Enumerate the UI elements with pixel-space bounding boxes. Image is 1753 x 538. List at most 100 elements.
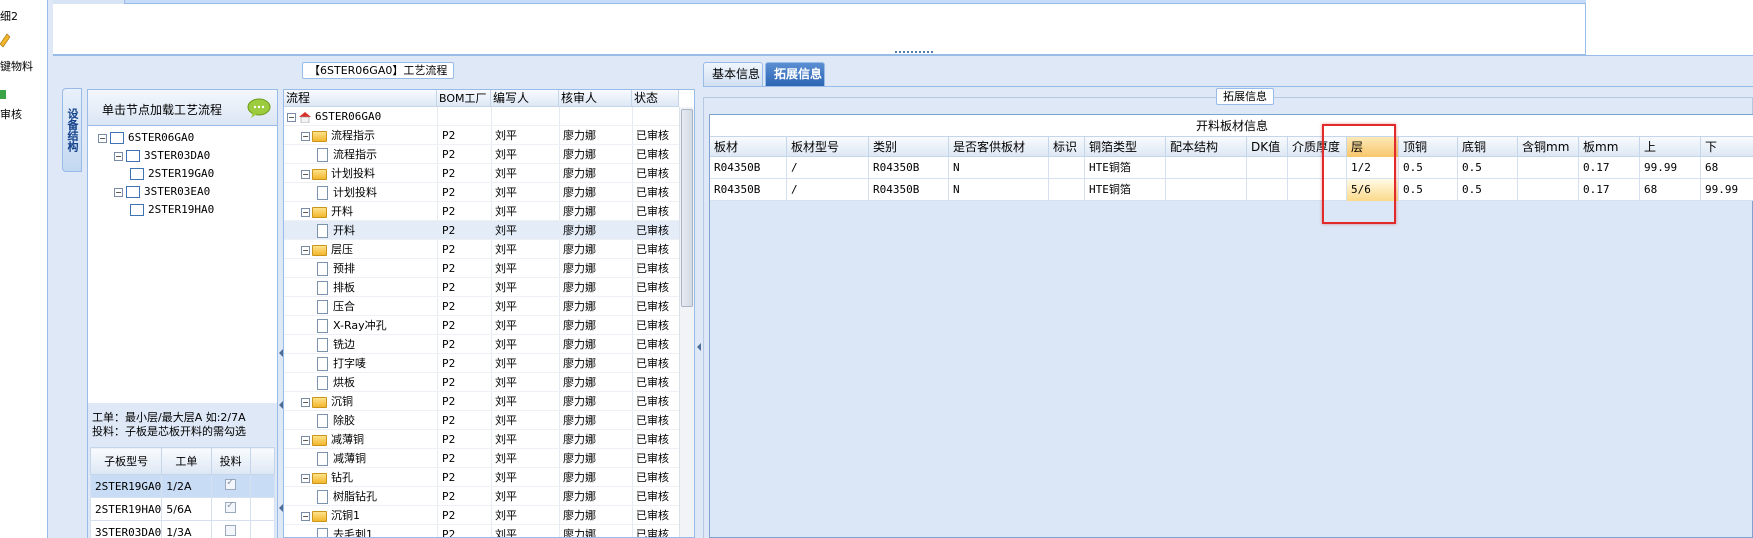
table-cell[interactable]: 0.5 [1399, 157, 1458, 179]
column-header[interactable]: DK值 [1247, 137, 1288, 157]
feed-checkbox[interactable] [225, 525, 237, 536]
column-header[interactable]: 标识 [1049, 137, 1085, 157]
table-cell[interactable]: R04350B [869, 157, 949, 179]
table-cell[interactable]: 99.99 [1701, 179, 1753, 201]
table-row[interactable]: 去毛刺1 P2 刘平 廖力娜 已审核 [284, 525, 679, 537]
table-row[interactable]: X-Ray冲孔 P2 刘平 廖力娜 已审核 [284, 316, 679, 335]
nav-item-3[interactable]: 审核 [0, 106, 22, 122]
table-cell[interactable]: 68 [1640, 179, 1701, 201]
table-cell[interactable]: / [787, 157, 869, 179]
table-row[interactable]: 3STER03DA0 1/3A [89, 520, 276, 538]
column-header[interactable]: 编写人 [491, 90, 559, 107]
table-cell[interactable]: 0.5 [1399, 179, 1458, 201]
table-row[interactable]: R04350B / R04350B N HTE铜箔 5/6 0.5 0.5 0.17 68 99.9… [710, 179, 1753, 201]
column-header[interactable]: 铜箔类型 [1085, 137, 1166, 157]
splitter-left-right[interactable] [695, 60, 703, 538]
table-row[interactable]: 2STER19GA0 1/2A [89, 474, 276, 498]
collapse-icon[interactable]: − [114, 187, 123, 197]
column-header[interactable]: 板mm [1579, 137, 1640, 157]
column-header[interactable]: 底铜 [1458, 137, 1518, 157]
table-cell[interactable] [1049, 179, 1085, 201]
table-row[interactable]: − 减薄铜 P2 刘平 廖力娜 已审核 [284, 430, 679, 449]
table-row[interactable]: 开料 P2 刘平 廖力娜 已审核 [284, 221, 679, 240]
top-grid-cell[interactable] [53, 0, 125, 4]
column-header[interactable]: 板材型号 [787, 137, 869, 157]
tab-device-structure[interactable]: 设备结构 [62, 88, 82, 172]
table-cell[interactable]: 0.17 [1579, 179, 1640, 201]
nav-item-2[interactable]: 键物料 [0, 58, 33, 74]
table-row[interactable]: − 沉铜 P2 刘平 廖力娜 已审核 [284, 392, 679, 411]
collapse-icon[interactable]: − [301, 207, 310, 217]
table-row[interactable]: − 计划投料 P2 刘平 廖力娜 已审核 [284, 164, 679, 183]
table-cell[interactable]: HTE铜箔 [1085, 157, 1166, 179]
tab-extended-info[interactable]: 拓展信息 [765, 62, 825, 86]
column-header[interactable]: 配本结构 [1166, 137, 1247, 157]
collapse-icon[interactable]: − [301, 473, 310, 483]
collapse-icon[interactable]: − [301, 245, 310, 255]
column-header[interactable]: 子板型号 [89, 447, 163, 475]
table-cell[interactable]: N [949, 157, 1049, 179]
tree-node[interactable]: − 3STER03EA0 [114, 184, 210, 200]
table-row[interactable]: 2STER19HA0 5/6A [89, 497, 276, 521]
table-cell[interactable]: R04350B [710, 157, 787, 179]
feed-checkbox[interactable] [225, 477, 237, 490]
collapse-icon[interactable]: − [301, 131, 310, 141]
column-header[interactable]: 核审人 [559, 90, 632, 107]
collapse-icon[interactable]: − [301, 511, 310, 521]
table-row[interactable]: 除胶 P2 刘平 廖力娜 已审核 [284, 411, 679, 430]
table-row[interactable]: 排板 P2 刘平 廖力娜 已审核 [284, 278, 679, 297]
collapse-icon[interactable]: − [301, 169, 310, 179]
feed-checkbox[interactable] [225, 500, 237, 513]
table-row[interactable]: 铣边 P2 刘平 廖力娜 已审核 [284, 335, 679, 354]
tab-basic-info[interactable]: 基本信息 [703, 62, 763, 86]
table-cell[interactable] [1247, 157, 1288, 179]
cell-order[interactable]: 1/2A [161, 474, 212, 498]
table-cell[interactable]: 68 [1701, 157, 1753, 179]
column-header[interactable]: 板材 [710, 137, 787, 157]
table-cell[interactable] [1049, 157, 1085, 179]
table-row[interactable]: 流程指示 P2 刘平 廖力娜 已审核 [284, 145, 679, 164]
table-row[interactable]: − 层压 P2 刘平 廖力娜 已审核 [284, 240, 679, 259]
flow-scrollbar[interactable] [679, 107, 694, 537]
tree-node[interactable]: − 6STER06GA0 [98, 130, 194, 146]
table-row[interactable]: − 流程指示 P2 刘平 廖力娜 已审核 [284, 126, 679, 145]
table-row[interactable]: − 开料 P2 刘平 廖力娜 已审核 [284, 202, 679, 221]
table-row[interactable]: − 钻孔 P2 刘平 廖力娜 已审核 [284, 468, 679, 487]
table-cell[interactable]: / [787, 179, 869, 201]
tree-node[interactable]: − 3STER03DA0 [114, 148, 210, 164]
column-header[interactable]: 投料 [210, 447, 251, 475]
column-header[interactable]: 顶铜 [1399, 137, 1458, 157]
table-cell[interactable]: 0.5 [1458, 179, 1518, 201]
table-cell[interactable]: 0.5 [1458, 157, 1518, 179]
column-header[interactable]: 含铜mm [1518, 137, 1579, 157]
top-grid-selected-row[interactable] [53, 0, 1586, 4]
tree-node[interactable]: 2STER19HA0 [130, 202, 214, 218]
collapse-arrow-icon[interactable] [697, 343, 701, 351]
cell-order[interactable]: 1/3A [161, 520, 212, 538]
table-row[interactable]: 烘板 P2 刘平 廖力娜 已审核 [284, 373, 679, 392]
table-cell[interactable] [1166, 179, 1247, 201]
collapse-icon[interactable]: − [287, 112, 296, 122]
table-cell[interactable] [1518, 179, 1579, 201]
column-header[interactable]: 上 [1640, 137, 1701, 157]
cell-order[interactable]: 5/6A [161, 497, 212, 521]
column-header[interactable]: 流程 [284, 90, 437, 107]
splitter-grip-icon[interactable] [895, 50, 935, 56]
column-header[interactable]: 是否客供板材 [949, 137, 1049, 157]
table-row[interactable]: 压合 P2 刘平 廖力娜 已审核 [284, 297, 679, 316]
table-cell[interactable] [1166, 157, 1247, 179]
table-row[interactable]: R04350B / R04350B N HTE铜箔 1/2 0.5 0.5 0.17 99.99 6… [710, 157, 1753, 179]
collapse-icon[interactable]: − [114, 151, 123, 161]
table-row[interactable]: 减薄铜 P2 刘平 廖力娜 已审核 [284, 449, 679, 468]
chat-bubble-icon[interactable] [247, 98, 271, 118]
table-cell[interactable]: 99.99 [1640, 157, 1701, 179]
table-row[interactable]: 打字唛 P2 刘平 廖力娜 已审核 [284, 354, 679, 373]
table-cell[interactable]: 0.17 [1579, 157, 1640, 179]
column-header[interactable]: 工单 [161, 447, 212, 475]
column-header[interactable]: 状态 [632, 90, 679, 107]
table-row[interactable]: 计划投料 P2 刘平 廖力娜 已审核 [284, 183, 679, 202]
table-cell[interactable]: HTE铜箔 [1085, 179, 1166, 201]
column-header[interactable]: 下 [1701, 137, 1753, 157]
table-row[interactable]: 树脂钻孔 P2 刘平 廖力娜 已审核 [284, 487, 679, 506]
collapse-icon[interactable]: − [98, 133, 107, 143]
